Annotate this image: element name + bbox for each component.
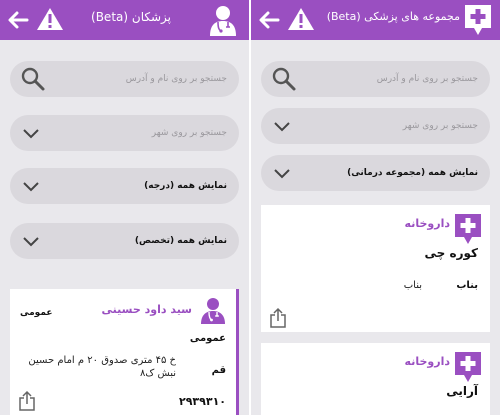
top-bar: مجموعه های پزشکی (Beta): [251, 0, 500, 40]
doctor-icon: [210, 6, 236, 36]
specialty-filter-value: نمایش همه (تخصص): [134, 236, 227, 246]
list-item[interactable]: داروخانه کوره چی بناب بناب: [261, 205, 490, 332]
specialty-filter-dropdown[interactable]: نمایش همه (تخصص): [10, 223, 239, 259]
search-input[interactable]: جستجو بر روی نام و آدرس: [261, 61, 490, 97]
city-filter-placeholder: جستجو بر روی شهر: [151, 128, 227, 138]
doctor-card[interactable]: سید داود حسینی عمومی عمومی خ ۴۵ متری صدو…: [10, 289, 239, 415]
center-name: کوره چی: [424, 246, 478, 260]
city-filter-dropdown[interactable]: جستجو بر روی شهر: [10, 115, 239, 151]
share-icon[interactable]: [269, 307, 287, 329]
center-type-filter-dropdown[interactable]: نمایش همه (مجموعه درمانی): [261, 155, 490, 191]
top-bar: پزشکان (Beta): [0, 0, 249, 40]
doctor-phone[interactable]: ۲۹۳۹۳۱۰: [179, 395, 226, 408]
search-icon[interactable]: [20, 66, 46, 92]
doctor-specialty: عمومی: [189, 333, 226, 344]
list-item[interactable]: داروخانه آرایی: [261, 343, 490, 415]
arrow-left-icon[interactable]: [257, 8, 281, 32]
search-placeholder: جستجو بر روی نام و آدرس: [125, 74, 227, 84]
arrow-left-icon[interactable]: [6, 8, 30, 32]
doctors-screen: پزشکان (Beta) جستجو بر روی نام و آدرس جس…: [0, 0, 249, 415]
page-title: مجموعه های پزشکی (Beta): [326, 10, 460, 23]
warning-triangle-icon[interactable]: [287, 6, 315, 32]
search-input[interactable]: جستجو بر روی نام و آدرس: [10, 61, 239, 97]
city-filter-placeholder: جستجو بر روی شهر: [402, 121, 478, 131]
medical-centers-screen: مجموعه های پزشکی (Beta) جستجو بر روی نام…: [251, 0, 500, 415]
chevron-down-icon: [23, 129, 39, 139]
chevron-down-icon: [274, 169, 290, 179]
pharmacy-plus-icon: [455, 352, 481, 382]
search-placeholder: جستجو بر روی نام و آدرس: [376, 74, 478, 84]
center-city: بناب: [456, 280, 478, 291]
pharmacy-plus-icon: [455, 214, 481, 244]
search-icon[interactable]: [271, 66, 297, 92]
chevron-down-icon: [274, 122, 290, 132]
center-name: آرایی: [446, 384, 478, 398]
center-type: داروخانه: [404, 355, 450, 368]
warning-triangle-icon[interactable]: [36, 6, 64, 32]
degree-filter-dropdown[interactable]: نمایش همه (درجه): [10, 168, 239, 204]
chevron-down-icon: [23, 237, 39, 247]
doctor-specialty-label: عمومی: [20, 308, 53, 318]
doctor-avatar-icon: [201, 298, 225, 324]
degree-filter-value: نمایش همه (درجه): [144, 181, 227, 191]
page-title: پزشکان (Beta): [91, 10, 171, 24]
share-icon[interactable]: [18, 390, 36, 412]
doctor-name: سید داود حسینی: [101, 303, 192, 316]
center-address: بناب: [403, 280, 422, 291]
center-type-filter-value: نمایش همه (مجموعه درمانی): [347, 168, 478, 178]
city-filter-dropdown[interactable]: جستجو بر روی شهر: [261, 108, 490, 144]
center-type: داروخانه: [404, 217, 450, 230]
doctor-address: خ ۴۵ متری صدوق ۲۰ م امام حسین نبش ک۸: [28, 355, 176, 379]
medical-plus-icon: [465, 5, 491, 35]
doctor-city: قم: [211, 365, 226, 376]
chevron-down-icon: [23, 182, 39, 192]
